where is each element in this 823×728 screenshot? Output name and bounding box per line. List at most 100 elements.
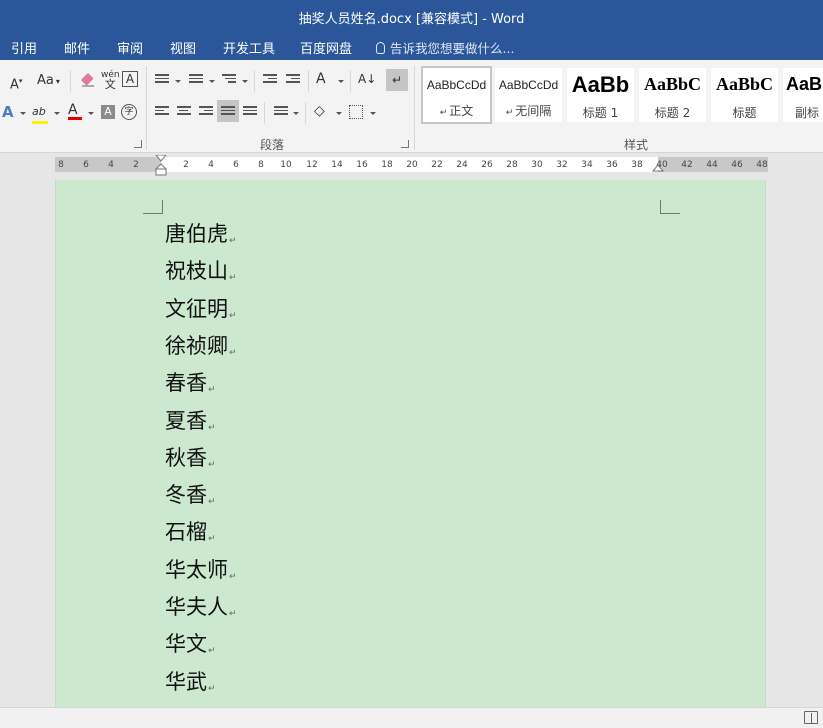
- window-title: 抽奖人员姓名.docx [兼容模式] - Word: [298, 12, 525, 27]
- change-case-button[interactable]: Aa ▾: [37, 73, 60, 90]
- ruler-tick-label: 26: [481, 160, 493, 170]
- font-color-icon[interactable]: A: [68, 102, 82, 120]
- borders-dropdown-icon[interactable]: [370, 112, 376, 115]
- bullets-icon[interactable]: [155, 74, 169, 86]
- style-normal[interactable]: AaBbCcDd ↵ 正文: [421, 66, 492, 124]
- line-spacing-dropdown-icon[interactable]: [293, 112, 299, 115]
- paragraph-mark-icon: ↵: [229, 571, 237, 582]
- numbering-dropdown-icon[interactable]: [209, 80, 215, 83]
- document-paragraph[interactable]: 华文↵: [165, 628, 216, 658]
- read-mode-icon[interactable]: [804, 711, 818, 724]
- ruler-tick-label: 2: [183, 160, 189, 170]
- separator: [264, 102, 265, 124]
- numbering-icon[interactable]: [189, 74, 203, 86]
- ruler-tick-label: 6: [83, 160, 89, 170]
- paragraph-dialog-launcher-icon[interactable]: [401, 140, 409, 148]
- document-paragraph[interactable]: 华太师↵: [165, 554, 237, 584]
- document-paragraph[interactable]: 徐祯卿↵: [165, 330, 237, 360]
- text-effects-dropdown-icon[interactable]: [20, 112, 26, 115]
- title-bar: 抽奖人员姓名.docx [兼容模式] - Word: [0, 0, 823, 33]
- ruler-tick-label: 6: [233, 160, 239, 170]
- shading-dropdown-icon[interactable]: [336, 112, 342, 115]
- right-indent-marker-icon[interactable]: [652, 164, 664, 173]
- document-paragraph[interactable]: 石榴↵: [165, 516, 216, 546]
- style-name: 标题 1: [582, 106, 619, 120]
- paragraph-text: 华武: [165, 669, 207, 694]
- separator: [70, 70, 71, 92]
- style-sample: AaBb: [571, 72, 630, 97]
- character-shading-icon[interactable]: A: [101, 105, 115, 119]
- multilevel-list-icon[interactable]: [222, 74, 236, 86]
- bullets-dropdown-icon[interactable]: [175, 80, 181, 83]
- ruler-tick-label: 4: [208, 160, 214, 170]
- style-sample: AaBbC: [715, 74, 773, 94]
- document-paragraph[interactable]: 冬香↵: [165, 479, 216, 509]
- separator: [254, 70, 255, 92]
- tab-baidu-netdisk[interactable]: 百度网盘: [300, 38, 352, 57]
- document-paragraph[interactable]: 夏香↵: [165, 405, 216, 435]
- paragraph-mark-icon: ↵: [229, 310, 237, 321]
- align-left-icon[interactable]: [155, 106, 169, 118]
- tab-view[interactable]: 视图: [170, 38, 196, 57]
- text-effects-icon[interactable]: A: [2, 104, 14, 120]
- paragraph-group-label: 段落: [260, 138, 285, 152]
- paragraph-text: 春香: [165, 371, 207, 396]
- style-heading-1[interactable]: AaBb 标题 1: [567, 68, 634, 122]
- document-page[interactable]: 唐伯虎↵ 祝枝山↵ 文征明↵ 徐祯卿↵ 春香↵ 夏香↵ 秋香↵ 冬香↵ 石榴↵ 华太师↵ 华夫人↵ 华…: [55, 180, 766, 707]
- tab-mailings[interactable]: 邮件: [64, 38, 90, 57]
- align-center-icon[interactable]: [177, 106, 191, 118]
- tab-references[interactable]: 引用: [11, 38, 37, 57]
- font-color-dropdown-icon[interactable]: [88, 112, 94, 115]
- style-name: 副标: [795, 106, 820, 120]
- style-no-spacing[interactable]: AaBbCcDd ↵ 无间隔: [495, 68, 562, 122]
- ruler-tick-label: 16: [356, 160, 368, 170]
- ruler-tick-label: 24: [456, 160, 468, 170]
- document-paragraph[interactable]: 华武↵: [165, 666, 216, 696]
- paragraph-mark-icon: ↵: [208, 459, 216, 470]
- style-heading-2[interactable]: AaBbC 标题 2: [639, 68, 706, 122]
- phonetic-guide-icon[interactable]: wén 文: [101, 70, 120, 91]
- document-paragraph[interactable]: 华夫人↵: [165, 591, 237, 621]
- align-right-icon[interactable]: [199, 106, 213, 118]
- indent-marker-icon[interactable]: [155, 155, 167, 177]
- style-sample: AaBbC: [643, 74, 701, 94]
- chinese-layout-icon[interactable]: A: [316, 71, 326, 87]
- ruler-tick-label: 36: [606, 160, 618, 170]
- tab-review[interactable]: 审阅: [117, 38, 143, 57]
- document-paragraph[interactable]: 秋香↵: [165, 442, 216, 472]
- show-hide-marks-icon[interactable]: ↵: [386, 69, 408, 91]
- tell-me-box[interactable]: 告诉我您想要做什么...: [376, 38, 514, 57]
- paragraph-mark-icon: ↵: [208, 385, 216, 396]
- multilevel-list-dropdown-icon[interactable]: [242, 80, 248, 83]
- separator: [350, 70, 351, 92]
- highlight-dropdown-icon[interactable]: [54, 112, 60, 115]
- line-spacing-icon[interactable]: [274, 106, 288, 118]
- sort-icon[interactable]: A↓: [358, 71, 376, 87]
- highlight-icon[interactable]: ab: [32, 104, 48, 124]
- horizontal-ruler[interactable]: 8 6 4 2 2 4 6 8 10 12 14 16 18 20 22 24 26 28 30 32 34 36 38 40…: [55, 155, 768, 176]
- tab-developer[interactable]: 开发工具: [223, 38, 275, 57]
- document-paragraph[interactable]: 唐伯虎↵: [165, 218, 237, 248]
- distributed-icon[interactable]: [243, 106, 257, 118]
- borders-icon[interactable]: [349, 105, 363, 119]
- enclose-circle-icon[interactable]: 字: [121, 104, 137, 120]
- font-dialog-launcher-icon[interactable]: [134, 140, 142, 148]
- chinese-layout-dropdown-icon[interactable]: [338, 80, 344, 83]
- style-subtitle[interactable]: AaBl 副标: [783, 68, 823, 122]
- decrease-indent-icon[interactable]: [263, 74, 277, 86]
- clear-formatting-icon[interactable]: [80, 72, 94, 87]
- paragraph-text: 文征明: [165, 296, 228, 321]
- crop-mark-top-left: [143, 200, 163, 214]
- shrink-font-button[interactable]: A▾: [10, 73, 22, 93]
- shading-icon[interactable]: ◇: [314, 103, 325, 119]
- ruler-tick-label: 10: [280, 160, 292, 170]
- enclose-character-icon[interactable]: A: [122, 71, 138, 87]
- paragraph-text: 冬香: [165, 483, 207, 508]
- document-paragraph[interactable]: 祝枝山↵: [165, 255, 237, 285]
- paragraph-mark-icon: ↵: [229, 273, 237, 284]
- document-paragraph[interactable]: 春香↵: [165, 367, 216, 397]
- document-paragraph[interactable]: 文征明↵: [165, 293, 237, 323]
- style-title[interactable]: AaBbC 标题: [711, 68, 778, 122]
- paragraph-text: 徐祯卿: [165, 333, 228, 358]
- increase-indent-icon[interactable]: [286, 74, 300, 86]
